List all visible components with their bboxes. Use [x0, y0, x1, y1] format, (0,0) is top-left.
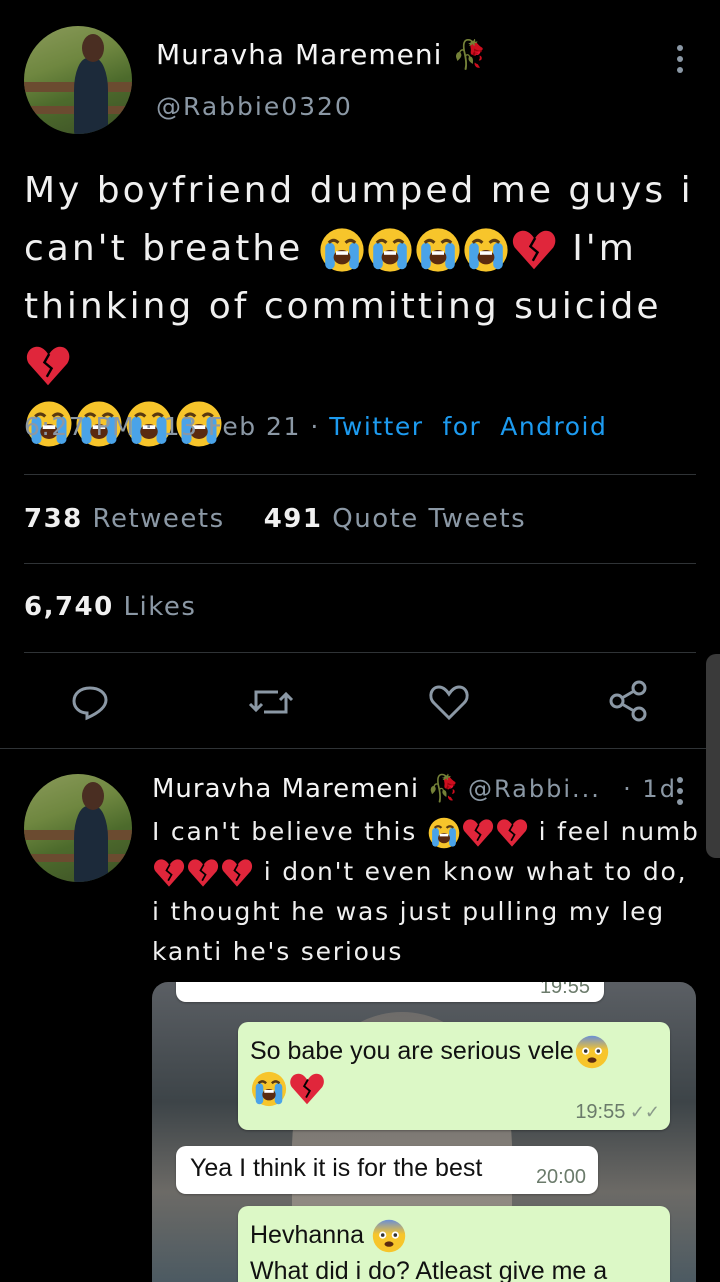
divider — [0, 748, 720, 749]
chat-message-text: So babe you are serious vele — [250, 1037, 574, 1065]
retweets-stat[interactable]: 738 Retweets — [24, 504, 225, 534]
broken-heart-icon — [288, 1070, 326, 1108]
reply-icon[interactable] — [70, 682, 110, 722]
chat-date-pill: 19:55 — [176, 982, 604, 1002]
reply-author-avatar[interactable] — [24, 774, 132, 882]
reply-author-handle[interactable]: @Rabbi... — [468, 775, 601, 803]
tweet-time: 6:27 PM — [24, 412, 136, 441]
tweet-date: 13 Feb 21 — [163, 412, 301, 441]
broken-heart-icon — [220, 856, 254, 890]
reply-header: Muravha Maremeni 🥀 @Rabbi... · 1d — [152, 774, 677, 804]
reply-line-3: i thought he was just pulling my leg — [152, 897, 665, 926]
divider — [24, 563, 696, 564]
loudly-crying-face-icon — [366, 226, 414, 274]
more-vertical-icon[interactable] — [668, 776, 692, 806]
tweet-line-2: can't breathe I'm — [24, 220, 714, 278]
chat-message-time: 19:55 — [575, 1101, 626, 1123]
tweet-text: My boyfriend dumped me guys i can't brea… — [24, 162, 714, 452]
chat-message-text: Hevhanna — [250, 1221, 364, 1249]
more-vertical-icon[interactable] — [668, 44, 692, 74]
broken-heart-icon — [461, 816, 495, 850]
reply-line-1: I can't believe this i feel numb — [152, 812, 712, 852]
fearful-face-icon — [574, 1034, 610, 1070]
broken-heart-icon — [24, 342, 72, 390]
tweet-line-3: thinking of committing suicide — [24, 278, 714, 394]
reply-author-name[interactable]: Muravha Maremeni — [152, 774, 419, 804]
like-icon[interactable] — [428, 682, 470, 722]
divider — [24, 652, 696, 653]
rose-icon: 🥀 — [427, 774, 460, 804]
chat-message-text: What did i do? Atleast give me a — [250, 1257, 608, 1282]
author-avatar[interactable] — [24, 26, 132, 134]
broken-heart-icon — [152, 856, 186, 890]
stats-row-retweets: 738 Retweets 491 Quote Tweets — [24, 504, 526, 534]
loudly-crying-face-icon — [318, 226, 366, 274]
chat-top-time: 19:55 — [539, 982, 590, 998]
author-name: Muravha Maremeni — [156, 38, 443, 71]
author-handle[interactable]: @Rabbie0320 — [156, 92, 353, 121]
chat-message-text: Yea I think it is for the best — [190, 1154, 483, 1182]
rose-icon: 🥀 — [452, 38, 489, 71]
divider — [24, 474, 696, 475]
chat-message-outgoing: Hevhanna What did i do? Atleast give me … — [238, 1206, 670, 1282]
reply-text: I can't believe this i feel numb i don't… — [152, 812, 712, 972]
quotes-stat[interactable]: 491 Quote Tweets — [264, 504, 526, 534]
chat-message-time: 20:00 — [535, 1166, 586, 1188]
broken-heart-icon — [186, 856, 220, 890]
attached-image[interactable]: 19:55 So babe you are serious vele 19:55… — [152, 982, 696, 1282]
retweet-icon[interactable] — [248, 682, 294, 722]
loudly-crying-face-icon — [414, 226, 462, 274]
tweet-line-1: My boyfriend dumped me guys i — [24, 170, 694, 211]
chat-message-incoming: Yea I think it is for the best 20:00 — [176, 1146, 598, 1194]
broken-heart-icon — [495, 816, 529, 850]
author-name-row[interactable]: Muravha Maremeni 🥀 — [156, 38, 488, 71]
loudly-crying-face-icon — [250, 1070, 288, 1108]
reply-line-2: i don't even know what to do, — [152, 852, 712, 892]
likes-stat[interactable]: 6,740 Likes — [24, 592, 196, 622]
share-icon[interactable] — [608, 680, 650, 722]
tweet-meta: 6:27 PM · 13 Feb 21 · Twitter for Androi… — [24, 412, 608, 441]
double-check-icon: ✓✓ — [629, 1102, 660, 1122]
loudly-crying-face-icon — [462, 226, 510, 274]
fearful-face-icon — [371, 1218, 407, 1254]
loudly-crying-face-icon — [427, 816, 461, 850]
broken-heart-icon — [510, 226, 558, 274]
chat-message-outgoing: So babe you are serious vele 19:55 ✓✓ — [238, 1022, 670, 1130]
reply-line-4: kanti he's serious — [152, 937, 404, 966]
tweet-source-link[interactable]: Twitter for Android — [329, 412, 607, 441]
